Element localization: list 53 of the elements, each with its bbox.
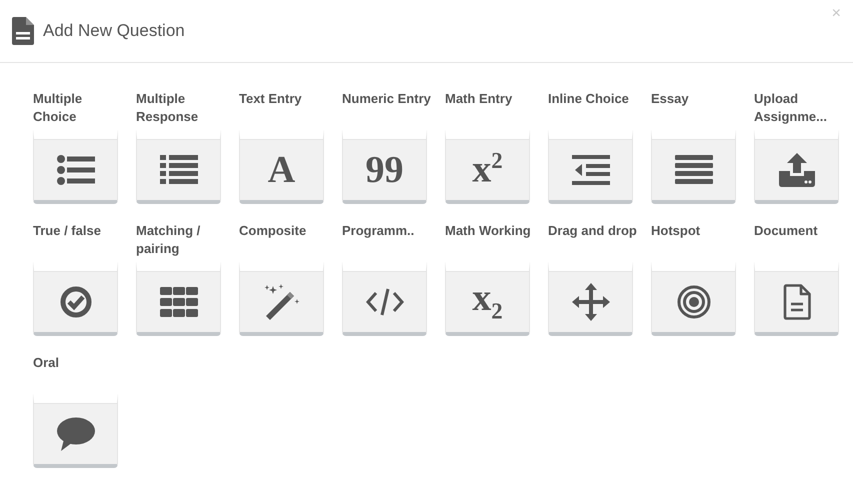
document-icon [12, 17, 34, 45]
question-type-tile[interactable] [651, 261, 736, 336]
question-type-tile[interactable] [136, 261, 221, 336]
question-type-tile[interactable] [548, 129, 633, 204]
question-type-tile[interactable] [33, 393, 118, 468]
outdent-icon [572, 154, 610, 184]
question-type-tile[interactable] [136, 129, 221, 204]
question-type-tile[interactable] [548, 261, 633, 336]
check-circle-icon [60, 286, 92, 318]
question-type-label: Inline Choice [548, 90, 630, 108]
list-icon [160, 154, 198, 184]
question-type-label: Oral [33, 354, 60, 372]
question-type-tile[interactable] [754, 261, 839, 336]
question-type-label: Essay [651, 90, 690, 108]
question-type-label: Multiple Choice [33, 90, 84, 126]
question-type-label: Hotspot [651, 222, 702, 240]
upload-icon [778, 152, 814, 186]
glyph-icon: x$_{2}$ [472, 279, 503, 324]
dialog-title: Add New Question [43, 21, 185, 41]
question-type-label: True / false [33, 222, 102, 240]
question-type-label: Matching / pairing [136, 222, 202, 258]
question-type-tile[interactable] [33, 129, 118, 204]
document-icon [782, 284, 810, 320]
move-arrows-icon [572, 282, 610, 320]
glyph-icon: A [268, 150, 296, 188]
question-type-tile[interactable]: 99 [342, 129, 427, 204]
code-icon [366, 288, 404, 316]
grid-icon [160, 286, 198, 316]
question-type-tile[interactable] [239, 261, 324, 336]
question-type-tile[interactable] [342, 261, 427, 336]
glyph-icon: x$^{2}$ [472, 150, 503, 189]
question-type-label: Document [754, 222, 819, 240]
lines-icon [674, 154, 712, 184]
question-type-label: Numeric Entry [342, 90, 432, 108]
question-type-tile[interactable] [754, 129, 839, 204]
magic-wand-icon [264, 284, 300, 320]
glyph-icon: 99 [366, 150, 404, 188]
question-type-tile[interactable]: x$_{2}$ [445, 261, 530, 336]
list-icon [56, 154, 94, 184]
question-type-label: Multiple Response [136, 90, 200, 126]
question-type-label: Math Working [445, 222, 532, 240]
question-type-label: Upload Assignme... [754, 90, 828, 126]
question-type-label: Drag and drop [548, 222, 638, 240]
question-type-tile[interactable]: A [239, 129, 324, 204]
question-type-tile[interactable] [33, 261, 118, 336]
target-icon [676, 284, 710, 318]
speech-bubble-icon [56, 416, 94, 450]
question-type-label: Composite [239, 222, 308, 240]
question-type-tile[interactable]: x$^{2}$ [445, 129, 530, 204]
question-type-label: Math Entry [445, 90, 514, 108]
question-type-tile[interactable] [651, 129, 736, 204]
question-type-label: Text Entry [239, 90, 303, 108]
question-type-label: Programm.. [342, 222, 416, 240]
